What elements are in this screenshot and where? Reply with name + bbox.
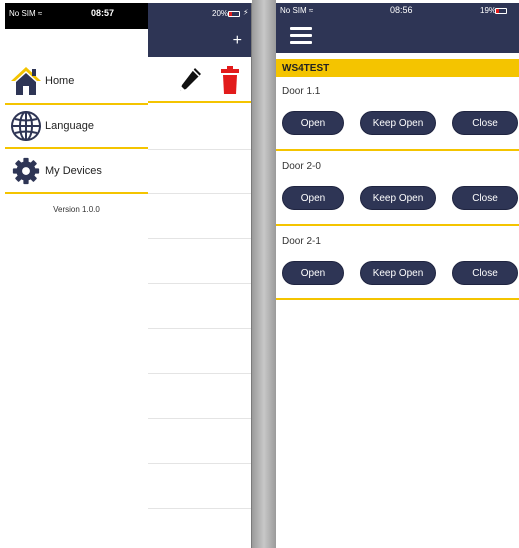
close-button[interactable]: Close (452, 111, 518, 135)
screenshot-separator (252, 0, 276, 548)
device-list-background (148, 57, 251, 548)
battery-percent: 19% (480, 6, 497, 15)
keep-open-button[interactable]: Keep Open (360, 186, 436, 210)
door-divider (276, 298, 519, 300)
right-phone-screen: No SIM ≈ 08:56 19% WS4TEST Door 1.1 Open… (276, 3, 519, 548)
hamburger-menu-icon[interactable] (290, 27, 312, 45)
pencil-icon[interactable] (178, 67, 202, 98)
battery-percent: 20% (212, 9, 229, 18)
status-bar-nav: 20% ⚡ (148, 3, 251, 29)
door-title: Door 2-0 (282, 161, 321, 172)
close-button[interactable]: Close (452, 186, 518, 210)
left-phone-screen: No SIM ≈ 08:57 20% ⚡ + Home Language My … (5, 3, 252, 548)
menu-item-home[interactable]: Home (5, 61, 148, 101)
menu-item-my-devices[interactable]: My Devices (5, 151, 148, 191)
row-divider (148, 238, 251, 239)
row-divider (148, 101, 251, 103)
status-bar-dark: No SIM ≈ 08:57 (5, 3, 148, 29)
menu-divider (5, 192, 148, 194)
open-button[interactable]: Open (282, 186, 344, 210)
keep-open-button[interactable]: Keep Open (360, 261, 436, 285)
door-divider (276, 149, 519, 151)
menu-divider (5, 147, 148, 149)
row-divider (148, 418, 251, 419)
clock-label: 08:57 (91, 8, 115, 18)
add-device-button[interactable]: + (233, 33, 242, 49)
home-icon (9, 64, 43, 98)
door-title: Door 2-1 (282, 236, 321, 247)
trash-icon[interactable] (221, 66, 239, 99)
nav-header: + (148, 29, 251, 57)
menu-item-language[interactable]: Language (5, 106, 148, 146)
menu-item-label: Home (45, 75, 75, 87)
battery-icon (495, 8, 507, 14)
menu-divider (5, 103, 148, 105)
row-divider (148, 283, 251, 284)
globe-icon (9, 109, 43, 143)
carrier-label: No SIM ≈ (9, 9, 43, 18)
status-bar: No SIM ≈ 08:56 19% (276, 3, 519, 53)
site-header: WS4TEST (276, 59, 519, 77)
carrier-label: No SIM ≈ (280, 6, 314, 15)
charging-icon: ⚡ (243, 8, 249, 17)
row-divider (148, 508, 251, 509)
row-divider (148, 328, 251, 329)
battery-icon (228, 11, 240, 17)
side-drawer: Home Language My Devices Version 1.0.0 (5, 57, 148, 548)
menu-item-label: Language (45, 120, 94, 132)
row-divider (148, 463, 251, 464)
open-button[interactable]: Open (282, 261, 344, 285)
version-label: Version 1.0.0 (53, 205, 100, 214)
open-button[interactable]: Open (282, 111, 344, 135)
screenshot-root: No SIM ≈ 08:57 20% ⚡ + Home Language My … (0, 0, 519, 548)
door-divider (276, 224, 519, 226)
status-bar: No SIM ≈ 08:57 20% ⚡ (5, 3, 251, 29)
row-divider (148, 193, 251, 194)
row-divider (148, 149, 251, 150)
menu-item-label: My Devices (45, 165, 102, 177)
keep-open-button[interactable]: Keep Open (360, 111, 436, 135)
row-divider (148, 373, 251, 374)
close-button[interactable]: Close (452, 261, 518, 285)
gear-icon (9, 154, 43, 188)
door-title: Door 1.1 (282, 86, 321, 97)
clock-label: 08:56 (390, 5, 413, 15)
